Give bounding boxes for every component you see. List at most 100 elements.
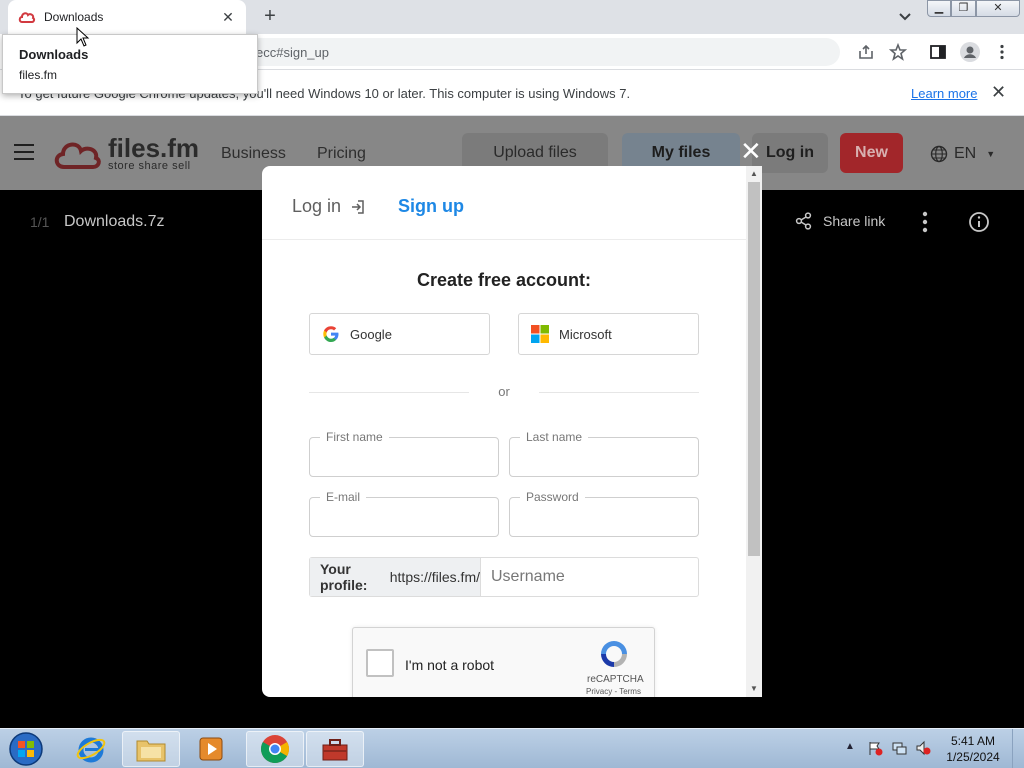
share-link-button[interactable]: Share link — [795, 212, 885, 230]
windows-start-button-icon[interactable] — [6, 731, 46, 767]
browser-menu-icon[interactable] — [993, 43, 1011, 61]
chrome-icon — [261, 735, 289, 763]
share-page-icon[interactable] — [857, 43, 875, 61]
more-options-icon[interactable] — [921, 211, 929, 233]
divider-right — [539, 392, 699, 393]
taskbar-chrome[interactable] — [246, 731, 304, 767]
profile-base-url: https://files.fm/ — [389, 569, 480, 585]
browser-tabstrip: Downloads ✕ + ▁ ❐ ✕ — [0, 0, 1024, 34]
toolbox-icon — [322, 739, 348, 761]
google-logo-icon — [323, 326, 339, 342]
email-label: E-mail — [320, 490, 367, 504]
hovercard-title: Downloads — [19, 47, 89, 62]
recaptcha-label: I'm not a robot — [405, 657, 495, 673]
microsoft-logo-icon — [531, 325, 549, 343]
learn-more-link[interactable]: Learn more — [911, 86, 977, 101]
tab-search-chevron-icon[interactable] — [896, 8, 914, 26]
tab-close-icon[interactable]: ✕ — [220, 9, 236, 26]
window-close-button[interactable]: ✕ — [976, 0, 1020, 17]
window-minimize-button[interactable]: ▁ — [927, 0, 951, 17]
auth-tabs: Log in Sign up — [262, 166, 746, 240]
system-clock[interactable]: 5:41 AM 1/25/2024 — [940, 733, 1006, 765]
first-name-field[interactable]: First name — [309, 430, 499, 477]
hamburger-menu-icon[interactable] — [14, 144, 34, 162]
files-fm-cloud-logo-icon — [54, 142, 101, 169]
show-desktop-button[interactable] — [1012, 729, 1024, 768]
globe-icon — [930, 145, 948, 163]
clock-date: 1/25/2024 — [946, 750, 1000, 764]
scrollbar-thumb[interactable] — [748, 182, 760, 556]
nav-business[interactable]: Business — [221, 145, 286, 163]
bookmark-star-icon[interactable] — [889, 43, 907, 61]
header-login-button[interactable]: Log in — [752, 133, 828, 173]
recaptcha-brand: reCAPTCHA — [587, 674, 644, 685]
address-bar[interactable] — [240, 38, 840, 66]
microsoft-label: Microsoft — [559, 326, 612, 342]
modal-close-icon[interactable]: ✕ — [740, 138, 762, 164]
taskbar-internet-explorer[interactable] — [62, 731, 120, 767]
folder-icon — [136, 740, 166, 762]
files-fm-logo[interactable]: files.fm store share sell — [52, 133, 200, 172]
logo-tagline: store share sell — [108, 160, 191, 172]
signup-modal: Log in Sign up Create free account: Goog… — [262, 166, 762, 697]
share-icon — [795, 212, 812, 230]
first-name-label: First name — [320, 430, 389, 444]
internet-explorer-icon — [76, 737, 106, 763]
microsoft-signin-button[interactable]: Microsoft — [518, 313, 699, 355]
taskbar-file-explorer[interactable] — [122, 731, 180, 767]
google-signin-button[interactable]: Google — [309, 313, 490, 355]
profile-url-group: Your profile: https://files.fm/ — [309, 557, 699, 597]
side-panel-icon[interactable] — [929, 43, 947, 61]
mouse-cursor-icon — [76, 27, 90, 47]
taskbar-toolbox-app[interactable] — [306, 731, 364, 767]
password-field[interactable]: Password — [509, 490, 699, 537]
scroll-up-arrow-icon[interactable]: ▲ — [750, 169, 758, 178]
language-label: EN — [954, 145, 977, 162]
last-name-field[interactable]: Last name — [509, 430, 699, 477]
windows-taskbar: ▲ 5:41 AM 1/25/2024 — [0, 728, 1024, 768]
recaptcha-checkbox[interactable] — [366, 649, 394, 677]
profile-prefix: Your profile: https://files.fm/ — [310, 558, 481, 596]
volume-muted-icon[interactable] — [915, 740, 931, 756]
share-link-label: Share link — [823, 213, 886, 229]
new-tab-button[interactable]: + — [260, 6, 280, 26]
new-button[interactable]: New — [840, 133, 903, 173]
chevron-down-icon: ▼ — [986, 149, 996, 159]
username-input[interactable] — [481, 558, 698, 596]
hovercard-domain: files.fm — [19, 68, 58, 82]
logo-name: files.fm — [108, 133, 200, 163]
clock-time: 5:41 AM — [950, 734, 996, 748]
browser-tab-downloads[interactable]: Downloads ✕ — [8, 0, 246, 34]
email-field[interactable]: E-mail — [309, 490, 499, 537]
nav-pricing[interactable]: Pricing — [317, 145, 366, 163]
recaptcha-terms-links[interactable]: Privacy - Terms — [586, 687, 641, 696]
tray-expand-icon[interactable]: ▲ — [845, 741, 855, 752]
profile-avatar-icon[interactable] — [960, 42, 980, 62]
tab-login[interactable]: Log in — [292, 196, 367, 217]
login-arrow-icon — [352, 199, 364, 214]
network-icon[interactable] — [891, 740, 907, 756]
tab-signup[interactable]: Sign up — [398, 196, 464, 217]
recaptcha-logo-icon — [601, 641, 627, 667]
file-name: Downloads.7z — [64, 213, 165, 230]
create-account-heading: Create free account: — [416, 270, 592, 290]
taskbar-media-player[interactable] — [182, 731, 240, 767]
file-counter: 1/1 — [30, 214, 50, 230]
password-label: Password — [520, 490, 585, 504]
address-bar-url[interactable]: ecc#sign_up — [256, 45, 329, 60]
files-fm-favicon-icon — [18, 12, 36, 23]
infobar-close-icon[interactable]: ✕ — [991, 82, 1006, 103]
tab-login-label: Log in — [292, 196, 342, 216]
file-info-icon[interactable] — [968, 211, 990, 233]
language-selector[interactable]: EN ▼ — [930, 145, 995, 163]
window-restore-button[interactable]: ❐ — [951, 0, 976, 17]
tab-hover-card: Downloads files.fm — [2, 34, 258, 94]
media-player-icon — [199, 737, 223, 761]
tab-title: Downloads — [44, 10, 104, 24]
recaptcha-widget: I'm not a robot reCAPTCHA Privacy - Term… — [352, 627, 655, 697]
action-center-flag-icon[interactable] — [867, 740, 883, 756]
profile-label: Your profile: — [320, 561, 368, 593]
modal-scrollbar[interactable]: ▲ ▼ — [746, 166, 762, 697]
last-name-label: Last name — [520, 430, 589, 444]
scroll-down-arrow-icon[interactable]: ▼ — [750, 684, 758, 693]
